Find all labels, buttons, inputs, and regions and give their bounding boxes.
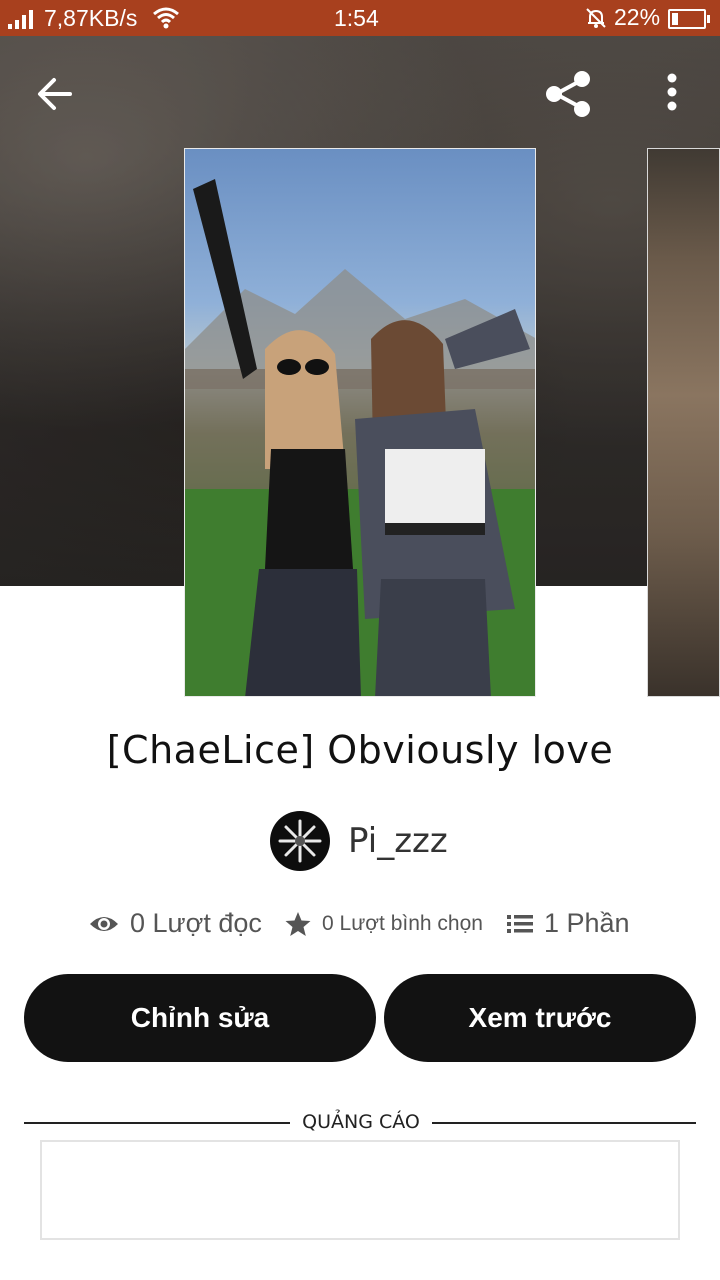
ad-divider-right [432, 1122, 696, 1124]
status-bar: 7,87KB/s 1:54 22% [0, 0, 720, 36]
reads-stat: 0 Lượt đọc [88, 908, 262, 939]
star-icon [285, 912, 311, 936]
share-icon [546, 71, 590, 117]
parts-count: 1 Phần [544, 908, 630, 938]
cover-illustration [185, 179, 535, 696]
ad-label: QUẢNG CÁO [302, 1111, 420, 1133]
battery-icon [668, 9, 710, 29]
more-options-button[interactable] [652, 66, 692, 122]
clock: 1:54 [334, 5, 379, 31]
story-title: [ChaeLice] Obviously love [106, 728, 614, 772]
eye-icon [90, 916, 118, 931]
mute-icon [586, 8, 606, 28]
signal-icon [8, 9, 38, 29]
story-cover-image[interactable] [184, 148, 536, 697]
parts-stat: 1 Phần [506, 908, 630, 939]
wifi-icon [153, 7, 179, 29]
ad-divider-left [24, 1122, 290, 1124]
votes-count: 0 Lượt bình chọn [322, 912, 483, 935]
list-icon [507, 914, 533, 933]
back-arrow-icon [38, 78, 72, 110]
story-stats: 0 Lượt đọc 0 Lượt bình chọn 1 Phần [0, 904, 720, 950]
network-speed: 7,87KB/s [44, 5, 138, 31]
next-story-cover[interactable] [647, 148, 720, 697]
battery-fill [672, 13, 678, 25]
ad-container[interactable] [40, 1140, 680, 1240]
battery-percent: 22% [614, 4, 661, 30]
reads-count: 0 Lượt đọc [130, 908, 262, 938]
preview-button[interactable]: Xem trước [384, 974, 696, 1062]
author-name[interactable]: Pi_zzz [348, 821, 448, 861]
author-avatar[interactable] [270, 811, 330, 871]
flower-avatar-icon [278, 819, 322, 863]
more-vertical-icon [667, 73, 677, 111]
edit-button[interactable]: Chỉnh sửa [24, 974, 376, 1062]
votes-stat: 0 Lượt bình chọn [284, 910, 483, 938]
back-button[interactable] [30, 72, 82, 116]
author-row[interactable]: Pi_zzz [270, 810, 448, 872]
share-button[interactable] [538, 64, 598, 124]
